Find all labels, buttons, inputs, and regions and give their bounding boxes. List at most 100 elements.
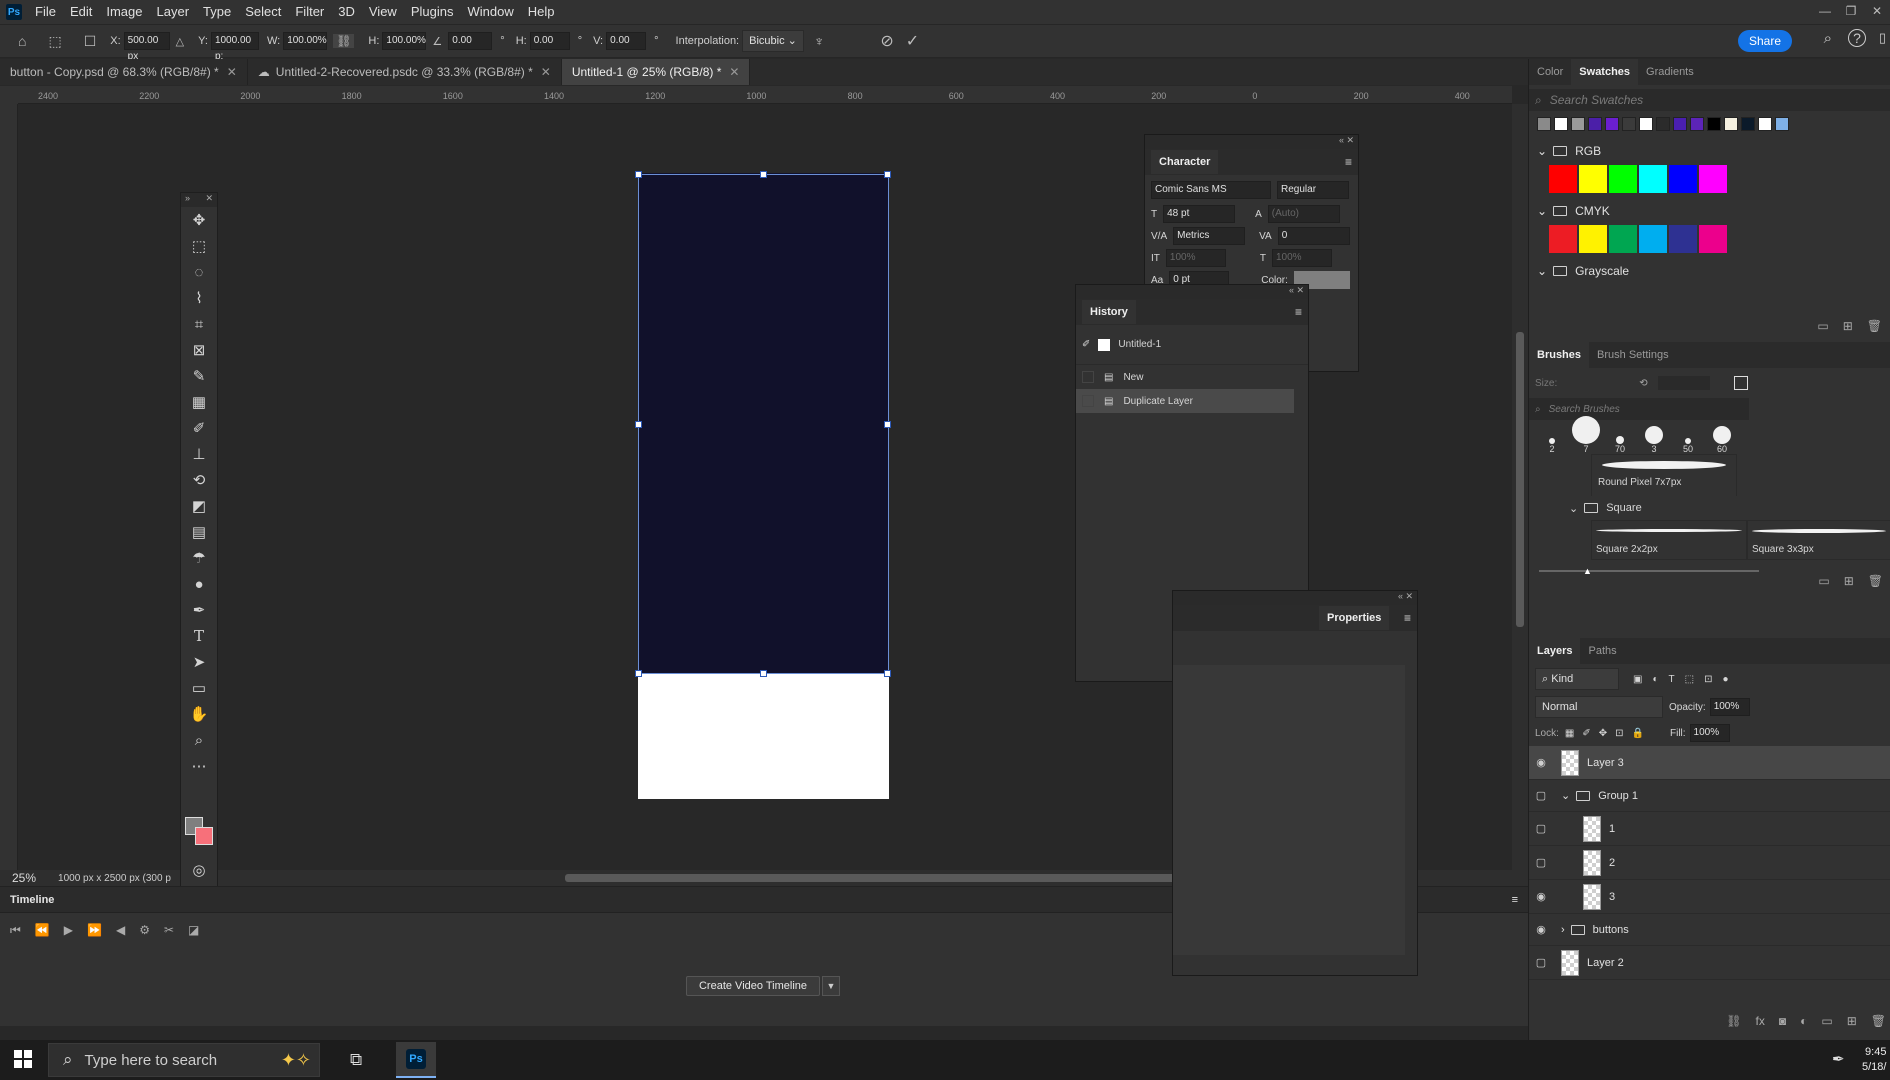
horizontal-scale-field[interactable]: 100%	[1272, 249, 1332, 267]
vertical-scrollbar[interactable]	[1512, 104, 1528, 870]
brush-item-square-3[interactable]: Square 3x3px	[1747, 520, 1890, 560]
background-color-swatch[interactable]	[195, 827, 213, 845]
history-item-new[interactable]: ▤ New	[1076, 365, 1308, 389]
transform-handle-mr[interactable]	[884, 421, 891, 428]
panel-menu-icon[interactable]: ≡	[1404, 611, 1411, 625]
transform-handle-tl[interactable]	[635, 171, 642, 178]
delta-icon[interactable]: △	[176, 35, 184, 48]
type-tool-icon[interactable]: T	[181, 623, 217, 649]
layer-row[interactable]: ▢ 1	[1529, 812, 1890, 846]
transform-handle-tc[interactable]	[760, 171, 767, 178]
color-swatch[interactable]	[1579, 225, 1607, 253]
document-size[interactable]: 1000 px x 2500 px (300 p	[58, 873, 171, 884]
prev-frame-icon[interactable]: ⏪	[35, 923, 50, 938]
taskbar-clock[interactable]: 9:45 5/18/	[1862, 1045, 1886, 1075]
menu-image[interactable]: Image	[99, 0, 149, 24]
layer-style-icon[interactable]: fx	[1756, 1014, 1765, 1028]
properties-title[interactable]: Properties	[1319, 606, 1390, 630]
close-tab-icon[interactable]: ✕	[227, 65, 237, 79]
swatch-group[interactable]: ⌄ CMYK	[1529, 199, 1890, 223]
color-swatch[interactable]	[1699, 225, 1727, 253]
menu-help[interactable]: Help	[521, 0, 562, 24]
color-swatch[interactable]	[1549, 225, 1577, 253]
zoom-level[interactable]: 25%	[12, 871, 36, 885]
history-checkbox[interactable]	[1082, 371, 1094, 383]
pen-tool-icon[interactable]: ✒	[181, 597, 217, 623]
swatch-group[interactable]: ⌄ Grayscale	[1529, 259, 1890, 283]
cancel-transform-icon[interactable]: ⊘	[880, 31, 893, 51]
transform-handle-ml[interactable]	[635, 421, 642, 428]
history-title[interactable]: History	[1082, 300, 1136, 324]
x-field[interactable]: 500.00 px	[123, 32, 170, 62]
recent-brush[interactable]: 70	[1607, 436, 1633, 454]
recent-swatch[interactable]	[1537, 117, 1551, 131]
recent-swatch[interactable]	[1741, 117, 1755, 131]
recent-swatch[interactable]	[1639, 117, 1653, 131]
scrollbar-thumb[interactable]	[1516, 332, 1524, 627]
lasso-tool-icon[interactable]: ◌	[181, 259, 217, 285]
marquee-tool-icon[interactable]: ⬚	[181, 233, 217, 259]
new-brush-icon[interactable]	[1733, 376, 1748, 390]
create-video-timeline-button[interactable]: Create Video Timeline	[686, 976, 820, 996]
menu-type[interactable]: Type	[196, 0, 238, 24]
help-icon[interactable]: ?	[1848, 29, 1866, 47]
size-field[interactable]	[1657, 376, 1710, 390]
swatches-search[interactable]: ⌕ Search Swatches	[1529, 89, 1890, 111]
close-icon[interactable]: ✕	[205, 193, 213, 207]
color-swatch[interactable]	[1669, 165, 1697, 193]
recent-brush[interactable]: 50	[1675, 438, 1701, 454]
color-swatch[interactable]	[1609, 225, 1637, 253]
lock-all-icon[interactable]: 🔒	[1632, 728, 1644, 739]
blend-mode-select[interactable]: Normal	[1535, 696, 1663, 718]
lock-position-icon[interactable]: ✥	[1599, 728, 1607, 739]
path-selection-tool-icon[interactable]: ➤	[181, 649, 217, 675]
color-swatch[interactable]	[1699, 165, 1727, 193]
transform-handle-bc[interactable]	[760, 670, 767, 677]
play-icon[interactable]: ▶	[64, 923, 73, 938]
menu-file[interactable]: File	[28, 0, 63, 24]
fill-field[interactable]: 100%	[1689, 724, 1730, 742]
recent-swatch[interactable]	[1707, 117, 1721, 131]
font-size-field[interactable]: 48 pt	[1163, 205, 1236, 223]
tab-swatches[interactable]: Swatches	[1571, 59, 1639, 85]
horizontal-ruler[interactable]: 2400 2200 2000 1800 1600 1400 1200 1000 800 600 40…	[18, 86, 1512, 104]
delete-icon[interactable]: 🗑	[1867, 319, 1882, 333]
recent-swatch[interactable]	[1775, 117, 1789, 131]
layer-row[interactable]: ◉ Layer 3	[1529, 746, 1890, 780]
eye-icon[interactable]: ◉	[1529, 923, 1553, 936]
scrollbar-thumb[interactable]	[565, 874, 1175, 882]
quick-mask-icon[interactable]: ◎	[181, 857, 217, 883]
new-brush-icon[interactable]: ⊞	[1844, 574, 1854, 588]
recent-swatch[interactable]	[1724, 117, 1738, 131]
y-field[interactable]: 1000.00 p:	[210, 32, 259, 62]
lock-artboard-icon[interactable]: ⊡	[1615, 728, 1623, 739]
interpolation-select[interactable]: Bicubic ⌄	[742, 30, 804, 52]
menu-layer[interactable]: Layer	[150, 0, 197, 24]
blur-tool-icon[interactable]: ☂	[181, 545, 217, 571]
tracking-field[interactable]: 0	[1277, 227, 1350, 245]
minimize-icon[interactable]: —	[1812, 0, 1838, 24]
reference-point-checkbox[interactable]: ☐	[84, 33, 97, 50]
font-style-select[interactable]: Regular	[1277, 181, 1349, 199]
restore-icon[interactable]: ❐	[1838, 0, 1864, 24]
vskew-field[interactable]: 0.00	[606, 32, 647, 50]
close-icon[interactable]: ✕	[1864, 0, 1890, 24]
transform-handle-tr[interactable]	[884, 171, 891, 178]
move-tool-icon[interactable]: ✥	[181, 207, 217, 233]
panel-header[interactable]: « ✕	[1145, 135, 1358, 149]
visibility-toggle[interactable]: ▢	[1529, 956, 1553, 969]
recent-swatch[interactable]	[1656, 117, 1670, 131]
recent-swatch[interactable]	[1758, 117, 1772, 131]
filter-toggle-icon[interactable]: ●	[1722, 674, 1728, 685]
transform-handle-br[interactable]	[884, 670, 891, 677]
chevron-down-icon[interactable]: ⌄	[1537, 264, 1547, 278]
collapse-icon[interactable]: »	[185, 193, 190, 207]
brushes-search[interactable]: ⌕ Search Brushes	[1529, 398, 1749, 420]
dodge-tool-icon[interactable]: ●	[181, 571, 217, 597]
recent-brush[interactable]: 2	[1539, 438, 1565, 454]
menu-window[interactable]: Window	[460, 0, 520, 24]
clone-stamp-tool-icon[interactable]: ⊥	[181, 441, 217, 467]
recent-brush[interactable]: 7	[1572, 416, 1600, 454]
warp-icon[interactable]: ♆	[814, 33, 825, 49]
chevron-down-icon[interactable]: ⌄	[1569, 502, 1578, 515]
